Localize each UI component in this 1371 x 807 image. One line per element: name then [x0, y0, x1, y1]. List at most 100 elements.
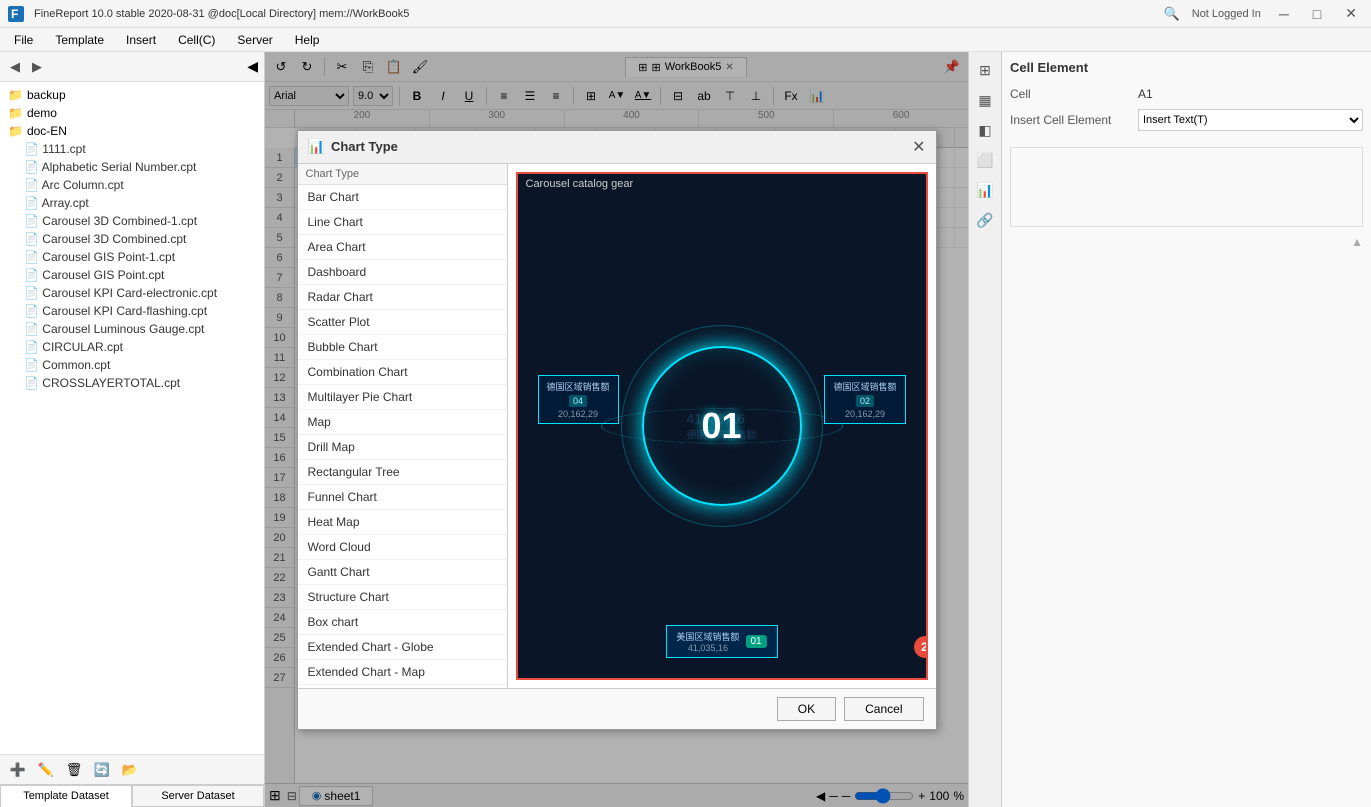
chart-item-wordcloud[interactable]: Word Cloud	[298, 535, 507, 560]
cell-label: Cell	[1010, 87, 1130, 101]
dataset-tabs: Template Dataset Server Dataset	[0, 784, 264, 807]
chart-item-label-ext-map: Extended Chart - Map	[308, 665, 425, 679]
right-icon-bar: ⊞ ▦ ◧ ⬜ 📊 🔗	[968, 52, 1001, 807]
right-side: ⊞ ▦ ◧ ⬜ 📊 🔗 Cell Element Cell A1 Insert …	[968, 52, 1371, 807]
tab-template-dataset[interactable]: Template Dataset	[0, 785, 132, 807]
menu-help[interactable]: Help	[285, 31, 330, 49]
chart-item-label-heatmap: Heat Map	[308, 515, 360, 529]
tab-server-dataset[interactable]: Server Dataset	[132, 785, 264, 807]
chart-item-multilayer[interactable]: Multilayer Pie Chart	[298, 385, 507, 410]
sidebar-file-carousel3d-1[interactable]: 📄 Carousel 3D Combined-1.cpt	[0, 212, 264, 230]
insert-cell-element-label: Insert Cell Element	[1010, 113, 1130, 127]
menu-insert[interactable]: Insert	[116, 31, 166, 49]
insert-cell-element-select[interactable]: Insert Text(T)	[1138, 109, 1363, 131]
chart-item-label-ext-globe: Extended Chart - Globe	[308, 640, 434, 654]
rv-chart-icon[interactable]: 📊	[971, 176, 999, 204]
sidebar-file-array[interactable]: 📄 Array.cpt	[0, 194, 264, 212]
insert-cell-element-row: Insert Cell Element Insert Text(T)	[1010, 109, 1363, 131]
chart-item-ext-globe[interactable]: Extended Chart - Globe	[298, 635, 507, 660]
chart-item-structure[interactable]: Structure Chart	[298, 585, 507, 610]
modal-close-button[interactable]: ✕	[912, 137, 925, 157]
rv-grid-icon[interactable]: ⊞	[971, 56, 999, 84]
rv-link-icon[interactable]: 🔗	[971, 206, 999, 234]
chart-item-scatter[interactable]: Scatter Plot	[298, 310, 507, 335]
modal-title: Chart Type	[331, 139, 398, 154]
center-area: ↺ ↻ ✂ ⎘ 📋 🖌 ⊞ ⊞ WorkBook5 ✕ 📌 Arial	[265, 52, 968, 807]
chart-item-combination[interactable]: Combination Chart	[298, 360, 507, 385]
chart-item-label-combination: Combination Chart	[308, 365, 408, 379]
chart-item-label-radar: Radar Chart	[308, 290, 373, 304]
sidebar-file-carouselluminous[interactable]: 📄 Carousel Luminous Gauge.cpt	[0, 320, 264, 338]
chart-item-area[interactable]: Area Chart	[298, 235, 507, 260]
chart-item-bubble[interactable]: Bubble Chart	[298, 335, 507, 360]
chart-item-label-map: Map	[308, 415, 331, 429]
chart-type-modal: 📊 Chart Type ✕ Chart Type Bar Chart	[297, 130, 937, 730]
sidebar-item-backup[interactable]: 📁 backup	[0, 86, 264, 104]
sidebar-file-common[interactable]: 📄 Common.cpt	[0, 356, 264, 374]
chart-item-line[interactable]: Line Chart	[298, 210, 507, 235]
title-bar-left: F FineReport 10.0 stable 2020-08-31 @doc…	[8, 6, 409, 22]
sidebar-file-carouselgis[interactable]: 📄 Carousel GIS Point.cpt	[0, 266, 264, 284]
sidebar-item-demo[interactable]: 📁 demo	[0, 104, 264, 122]
menu-file[interactable]: File	[4, 31, 43, 49]
cell-row: Cell A1	[1010, 87, 1363, 101]
edit-button[interactable]: ✏️	[34, 759, 58, 781]
carousel-bottom-badge: 01	[745, 635, 766, 648]
not-logged-in: Not Logged In	[1192, 8, 1261, 20]
sidebar-item-doc-en[interactable]: 📁 doc-EN	[0, 122, 264, 140]
sidebar-file-carouselkpi-flash[interactable]: 📄 Carousel KPI Card-flashing.cpt	[0, 302, 264, 320]
chart-item-heatmap[interactable]: Heat Map	[298, 510, 507, 535]
menu-cell[interactable]: Cell(C)	[168, 31, 225, 49]
chart-item-dashboard[interactable]: Dashboard	[298, 260, 507, 285]
chart-item-map[interactable]: Map	[298, 410, 507, 435]
sidebar-bottom-toolbar: ➕ ✏️ 🗑 🔄 📂	[0, 754, 264, 784]
preview-area: Carousel catalog gear 41035,16 德国区域销售额 德…	[516, 172, 928, 680]
menu-server[interactable]: Server	[227, 31, 282, 49]
chart-item-box[interactable]: Box chart	[298, 610, 507, 635]
modal-title-bar: 📊 Chart Type ✕	[298, 131, 936, 164]
chart-item-radar[interactable]: Radar Chart	[298, 285, 507, 310]
maximize-button[interactable]: □	[1307, 4, 1327, 24]
sidebar-file-1111[interactable]: 📄 1111.cpt	[0, 140, 264, 158]
folder-label-doc-en: doc-EN	[27, 124, 67, 138]
carousel-bottom-value: 41,035,16	[676, 643, 739, 653]
app-logo: F	[8, 6, 28, 22]
modal-footer: OK Cancel	[298, 688, 936, 729]
add-button[interactable]: ➕	[6, 759, 30, 781]
chart-item-funnel[interactable]: Funnel Chart	[298, 485, 507, 510]
sidebar-file-arc[interactable]: 📄 Arc Column.cpt	[0, 176, 264, 194]
chart-item-label-drillmap: Drill Map	[308, 440, 355, 454]
chart-item-bar[interactable]: Bar Chart	[298, 185, 507, 210]
sidebar-file-carouselkpi-elec[interactable]: 📄 Carousel KPI Card-electronic.cpt	[0, 284, 264, 302]
rv-frame-icon[interactable]: ⬜	[971, 146, 999, 174]
nav-back[interactable]: ◀	[6, 58, 24, 76]
chart-item-drillmap[interactable]: Drill Map	[298, 435, 507, 460]
chart-item-label-wordcloud: Word Cloud	[308, 540, 371, 554]
delete-button[interactable]: 🗑	[62, 759, 86, 781]
sidebar-file-alphabetic[interactable]: 📄 Alphabetic Serial Number.cpt	[0, 158, 264, 176]
chart-type-list: Bar Chart Line Chart Area Chart Dashboar…	[298, 185, 507, 688]
rv-cell-icon[interactable]: ▦	[971, 86, 999, 114]
close-button[interactable]: ✕	[1339, 3, 1363, 24]
right-scroll-up[interactable]: ▲	[1351, 235, 1363, 249]
ok-button[interactable]: OK	[777, 697, 836, 721]
carousel-center-num: 01	[701, 405, 741, 447]
sidebar-file-carouselgis1[interactable]: 📄 Carousel GIS Point-1.cpt	[0, 248, 264, 266]
chart-item-rect-tree[interactable]: Rectangular Tree	[298, 460, 507, 485]
menu-template[interactable]: Template	[45, 31, 114, 49]
chart-item-label-box: Box chart	[308, 615, 359, 629]
sidebar-file-circular[interactable]: 📄 CIRCULAR.cpt	[0, 338, 264, 356]
cell-preview-area	[1010, 147, 1363, 227]
minimize-button[interactable]: ─	[1273, 4, 1295, 24]
collapse-icon[interactable]: ◀	[247, 58, 258, 75]
folder-button[interactable]: 📂	[118, 759, 142, 781]
rv-component-icon[interactable]: ◧	[971, 116, 999, 144]
chart-item-ext-map[interactable]: Extended Chart - Map	[298, 660, 507, 685]
sidebar-file-carousel3d[interactable]: 📄 Carousel 3D Combined.cpt	[0, 230, 264, 248]
sidebar-file-crosslayer[interactable]: 📄 CROSSLAYERTOTAL.cpt	[0, 374, 264, 392]
refresh-button[interactable]: 🔄	[90, 759, 114, 781]
chart-item-gantt[interactable]: Gantt Chart	[298, 560, 507, 585]
search-icon[interactable]: 🔍	[1164, 6, 1180, 22]
nav-forward[interactable]: ▶	[28, 58, 46, 76]
cancel-button[interactable]: Cancel	[844, 697, 923, 721]
